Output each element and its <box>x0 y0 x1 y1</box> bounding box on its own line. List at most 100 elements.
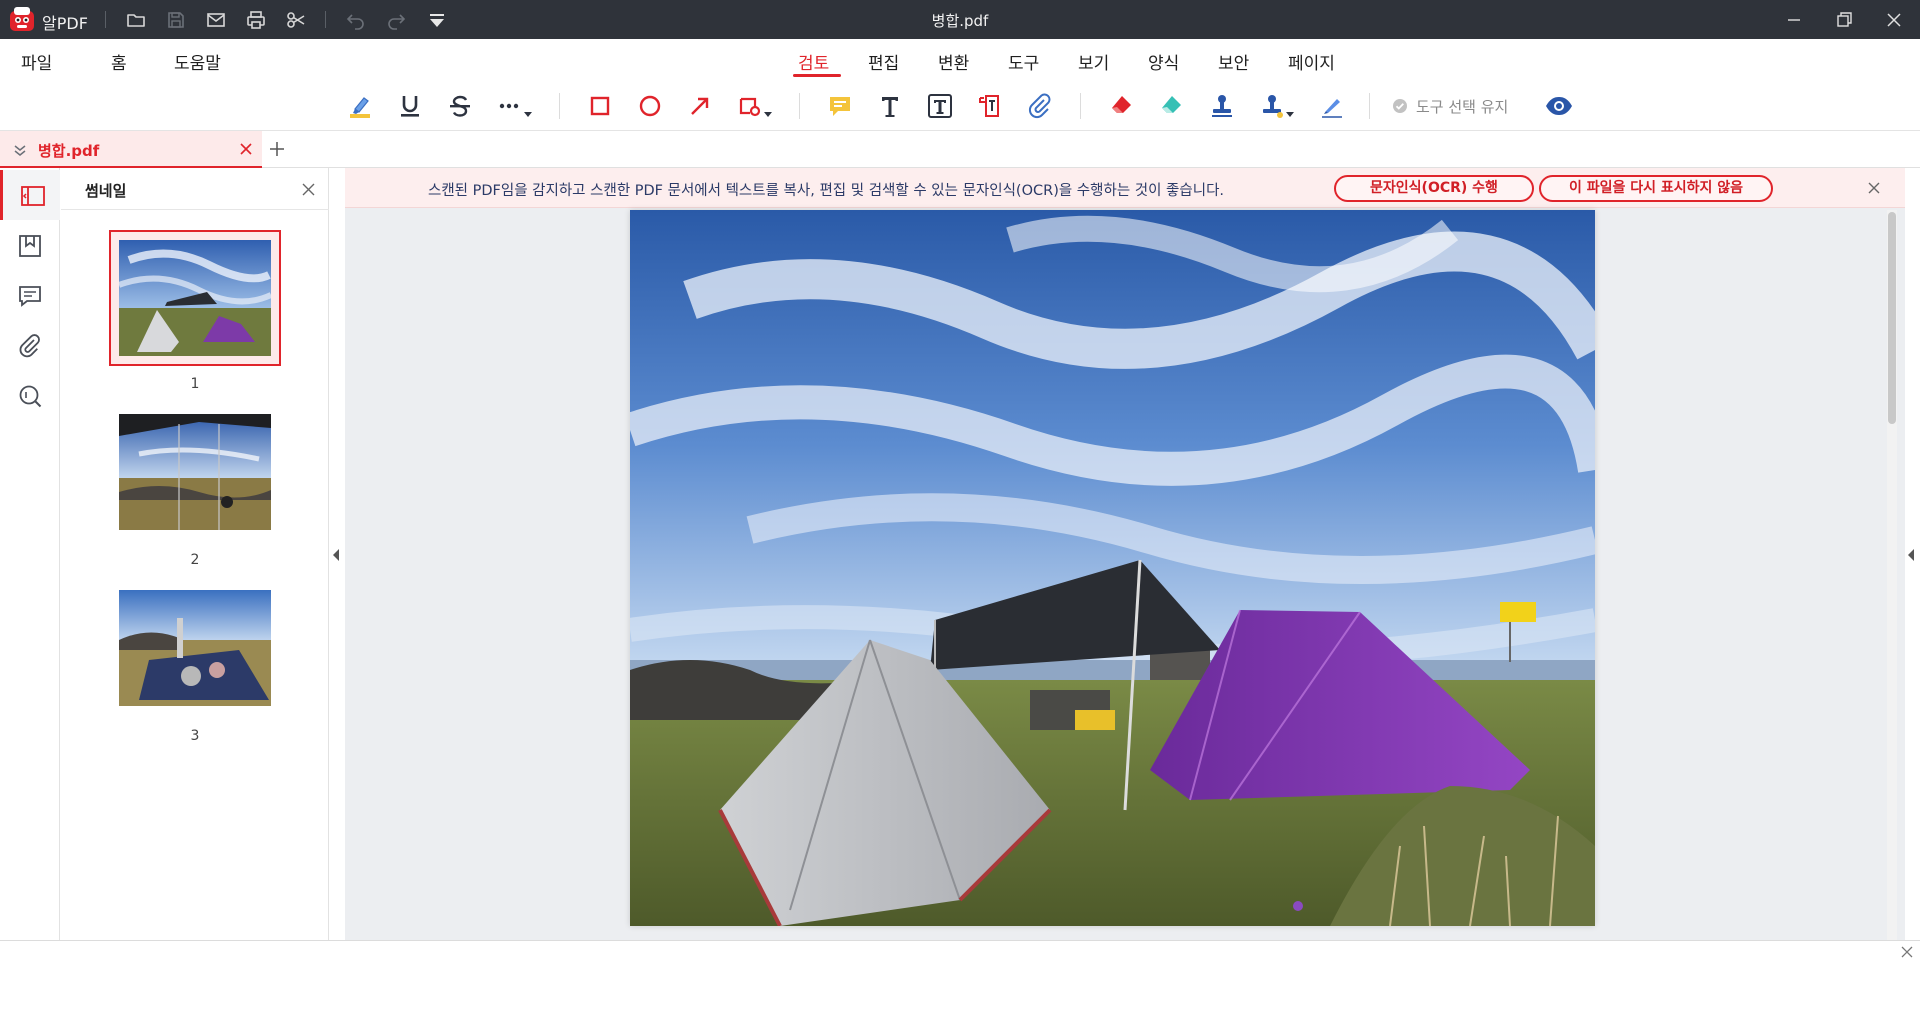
underline-icon <box>401 96 419 117</box>
undo-icon <box>346 14 364 30</box>
page-thumbnail-2[interactable] <box>119 414 271 530</box>
text-icon <box>882 97 898 117</box>
tab-tools[interactable]: 도구 <box>1008 49 1039 74</box>
document-tab-name: 병합.pdf <box>38 142 100 160</box>
more-icon <box>499 103 532 117</box>
page-thumbnail-1[interactable] <box>119 240 271 356</box>
page-thumbnail-3[interactable] <box>119 590 271 706</box>
quick-access-icon <box>430 14 444 27</box>
close-icon[interactable] <box>301 182 316 197</box>
pdf-page[interactable] <box>630 210 1595 926</box>
strikethrough-icon <box>450 95 470 117</box>
strikethrough-tool[interactable] <box>446 92 474 120</box>
menu-bar: 파일 홈 도움말 검토 편집 변환 도구 보기 양식 보안 페이지 <box>0 39 1920 81</box>
eraser-alt-icon <box>1162 96 1181 113</box>
tab-edit[interactable]: 편집 <box>868 49 899 74</box>
tab-view[interactable]: 보기 <box>1078 49 1109 74</box>
keep-tool-selected-toggle[interactable]: 도구 선택 유지 <box>1392 94 1508 118</box>
open-folder-button[interactable] <box>125 9 147 31</box>
close-icon <box>1887 13 1901 27</box>
eye-icon[interactable] <box>1544 93 1574 119</box>
rectangle-tool[interactable] <box>586 92 614 120</box>
eraser-tool[interactable] <box>1108 92 1136 120</box>
active-tab-indicator <box>793 74 841 77</box>
arrow-tool[interactable] <box>686 92 714 120</box>
text-box-tool[interactable] <box>926 92 954 120</box>
tab-convert[interactable]: 변환 <box>938 49 969 74</box>
ellipse-tool[interactable] <box>636 92 664 120</box>
run-ocr-button[interactable]: 문자인식(OCR) 수행 <box>1334 175 1534 202</box>
rail-search[interactable] <box>0 370 60 420</box>
stamp-tool[interactable] <box>1208 92 1236 120</box>
underline-tool[interactable] <box>396 92 424 120</box>
menu-file[interactable]: 파일 <box>21 49 52 74</box>
note-icon <box>830 97 850 116</box>
stamp-icon <box>1212 95 1232 117</box>
email-button[interactable] <box>205 9 227 31</box>
thumbnail-camping-tents-image <box>119 240 271 356</box>
title-separator <box>105 11 106 28</box>
shapes-icon <box>739 97 772 117</box>
sticky-note-tool[interactable] <box>826 92 854 120</box>
thumbnail-table-setup-image <box>119 590 271 706</box>
chevron-down-icon[interactable] <box>12 142 28 158</box>
close-window-button[interactable] <box>1882 8 1906 32</box>
quick-access-dropdown[interactable] <box>426 9 448 31</box>
plus-icon[interactable] <box>268 140 286 158</box>
erase-annotation-tool[interactable] <box>1158 92 1186 120</box>
toolbar-separator <box>559 93 560 119</box>
typewriter-tool[interactable] <box>876 92 904 120</box>
highlight-tool[interactable] <box>346 92 374 120</box>
bottom-panel <box>0 940 1920 1030</box>
save-icon <box>168 12 184 28</box>
close-tab-icon[interactable] <box>238 141 254 157</box>
dont-show-again-button[interactable]: 이 파일을 다시 표시하지 않음 <box>1539 175 1773 202</box>
check-circle-icon <box>1393 99 1407 113</box>
close-icon[interactable] <box>1900 945 1914 959</box>
paperclip-icon <box>1028 93 1051 119</box>
thumbnail-page-number: 2 <box>190 552 200 568</box>
rail-bookmarks[interactable] <box>0 220 60 270</box>
minimize-button[interactable] <box>1782 8 1806 32</box>
tab-security[interactable]: 보안 <box>1218 49 1249 74</box>
draw-tool[interactable] <box>1318 92 1346 120</box>
document-tab[interactable]: 병합.pdf <box>0 131 262 168</box>
close-icon[interactable] <box>1867 181 1881 195</box>
rail-thumbnails[interactable] <box>0 170 60 220</box>
shape-tools-dropdown[interactable] <box>736 92 776 120</box>
callout-tool[interactable] <box>976 92 1004 120</box>
restore-button[interactable] <box>1832 8 1856 32</box>
tab-form[interactable]: 양식 <box>1148 49 1179 74</box>
thumbnail-panel: 썸네일 1 2 3 <box>61 168 329 940</box>
title-separator <box>325 11 326 28</box>
cut-button[interactable] <box>285 9 307 31</box>
toolbar-separator <box>1080 93 1081 119</box>
rail-comments[interactable] <box>0 270 60 320</box>
collapse-left-panel-icon[interactable] <box>331 548 341 562</box>
thumbnail-page-number: 3 <box>190 728 200 744</box>
undo-button[interactable] <box>345 9 367 31</box>
more-text-tools-dropdown[interactable] <box>496 92 536 120</box>
circle-icon <box>639 95 661 117</box>
save-button[interactable] <box>165 9 187 31</box>
rail-attachments[interactable] <box>0 320 60 370</box>
toolbar-separator <box>799 93 800 119</box>
print-button[interactable] <box>245 9 267 31</box>
thumbnail-panel-title: 썸네일 <box>85 182 127 200</box>
redo-button[interactable] <box>385 9 407 31</box>
attachment-tool[interactable] <box>1026 92 1054 120</box>
menu-help[interactable]: 도움말 <box>174 49 221 74</box>
camping-tents-photo <box>630 210 1595 926</box>
tab-page[interactable]: 페이지 <box>1288 49 1335 74</box>
comment-icon <box>19 286 41 307</box>
eraser-icon <box>1112 96 1131 113</box>
pen-icon <box>1322 99 1342 118</box>
collapse-right-panel-icon[interactable] <box>1906 548 1916 562</box>
vertical-scrollbar-thumb[interactable] <box>1888 212 1896 424</box>
menu-home[interactable]: 홈 <box>111 49 127 74</box>
signature-stamp-dropdown[interactable] <box>1258 92 1298 120</box>
ocr-notice-bar: 스캔된 PDF임을 감지하고 스캔한 PDF 문서에서 텍스트를 복사, 편집 … <box>345 168 1905 208</box>
side-panel-rail <box>0 168 60 940</box>
minimize-icon <box>1788 19 1800 21</box>
tab-review[interactable]: 검토 <box>798 49 829 74</box>
